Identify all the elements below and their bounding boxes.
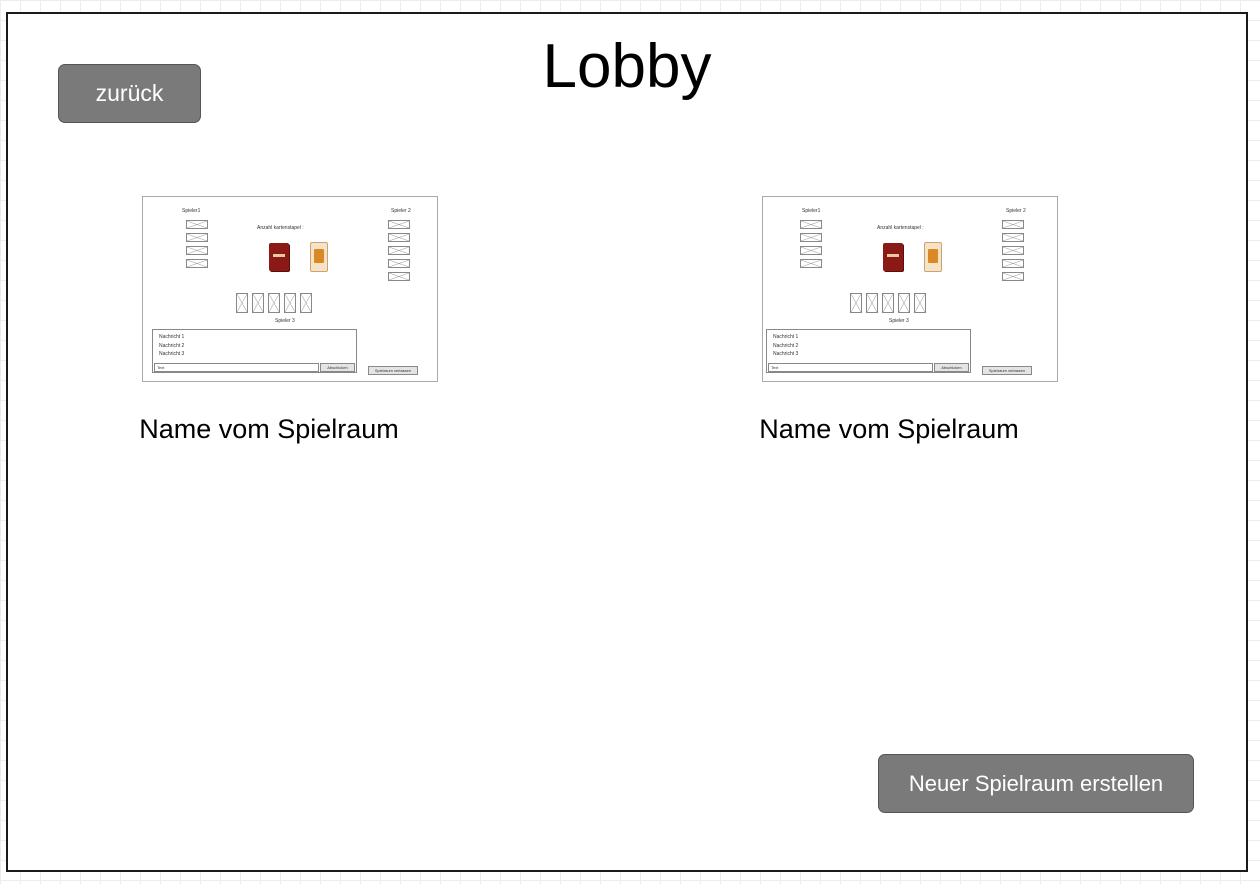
preview-player3-label: Spieler 3 [889, 318, 909, 324]
preview-hand-card [850, 293, 862, 313]
preview-leave-button: Spielraum verlassen [368, 366, 418, 375]
preview-card-slot [186, 246, 208, 255]
preview-chat-input: Text [154, 363, 319, 372]
preview-message: Nachricht 1 [773, 334, 799, 340]
preview-chat-input-value: Text [771, 365, 779, 370]
preview-hand-card [252, 293, 264, 313]
preview-player3-label: Spieler 3 [275, 318, 295, 324]
preview-card-slot [1002, 246, 1024, 255]
preview-card-slot [388, 220, 410, 229]
preview-deck-count-label: Anzahl kartenstapel : [257, 225, 304, 231]
room-name[interactable]: Name vom Spielraum [736, 414, 1042, 445]
preview-discard-pile [924, 242, 942, 272]
preview-message: Nachricht 3 [773, 351, 799, 357]
preview-card-slot [1002, 259, 1024, 268]
preview-hand-card [898, 293, 910, 313]
preview-hand-card [914, 293, 926, 313]
preview-player1-label: Spieler1 [802, 208, 821, 214]
new-room-button[interactable]: Neuer Spielraum erstellen [878, 754, 1194, 813]
preview-card-slot [186, 259, 208, 268]
preview-player2-label: Spieler 2 [391, 208, 411, 214]
back-button[interactable]: zurück [58, 64, 201, 123]
preview-card-slot [388, 246, 410, 255]
lobby-window: Lobby zurück Spieler1 Spieler 2 Anzahl k… [6, 12, 1248, 872]
preview-card-slot [800, 246, 822, 255]
preview-card-slot [800, 220, 822, 229]
preview-card-slot [388, 259, 410, 268]
room-preview-thumbnail[interactable]: Spieler1 Spieler 2 Anzahl kartenstapel :… [762, 196, 1058, 382]
preview-hand-card [284, 293, 296, 313]
preview-leave-button: Spielraum verlassen [982, 366, 1032, 375]
preview-card-slot [800, 233, 822, 242]
preview-card-slot [388, 272, 410, 281]
preview-card-slot [1002, 220, 1024, 229]
preview-draw-pile [269, 243, 289, 271]
preview-discard-pile [310, 242, 328, 272]
preview-chat-input-value: Text [157, 365, 165, 370]
preview-hand-card [236, 293, 248, 313]
preview-message: Nachricht 2 [773, 343, 799, 349]
preview-card-slot [1002, 233, 1024, 242]
preview-message: Nachricht 2 [159, 343, 185, 349]
room-name[interactable]: Name vom Spielraum [116, 414, 422, 445]
preview-card-slot [800, 259, 822, 268]
preview-card-slot [1002, 272, 1024, 281]
preview-hand-card [882, 293, 894, 313]
room-preview-thumbnail[interactable]: Spieler1 Spieler 2 Anzahl kartenstapel :… [142, 196, 438, 382]
preview-card-slot [388, 233, 410, 242]
preview-card-slot [186, 233, 208, 242]
preview-send-button: Abschicken [320, 363, 355, 372]
preview-message: Nachricht 3 [159, 351, 185, 357]
preview-card-slot [186, 220, 208, 229]
preview-deck-count-label: Anzahl kartenstapel : [877, 225, 924, 231]
preview-player1-label: Spieler1 [182, 208, 201, 214]
preview-hand-card [866, 293, 878, 313]
preview-send-button: Abschicken [934, 363, 969, 372]
preview-hand-card [268, 293, 280, 313]
preview-message: Nachricht 1 [159, 334, 185, 340]
preview-draw-pile [883, 243, 903, 271]
preview-player2-label: Spieler 2 [1006, 208, 1026, 214]
preview-hand-card [300, 293, 312, 313]
preview-chat-input: Text [768, 363, 933, 372]
